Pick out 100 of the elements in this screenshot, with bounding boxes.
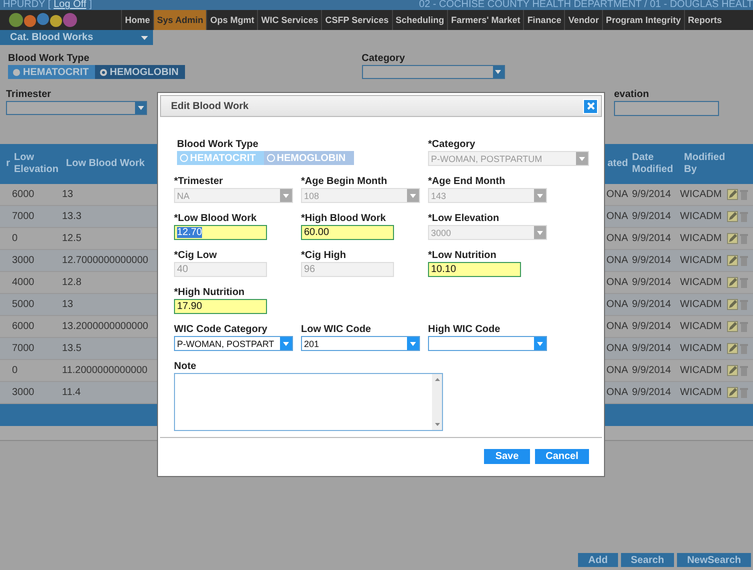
table-cell-text: 3000 [11, 255, 36, 266]
caret-icon [138, 106, 144, 110]
input-field[interactable]: 12.70 [174, 225, 267, 240]
table-cell-text: ONA [605, 321, 628, 332]
elevation-field[interactable] [614, 101, 719, 116]
table-cell-text: ONA [605, 211, 628, 222]
nav-tab[interactable]: Sys Admin [153, 10, 206, 30]
nav-tab[interactable]: Farmers' Market [447, 10, 524, 30]
dropdown-field[interactable]: 201 [301, 336, 420, 351]
note-textarea[interactable] [174, 373, 443, 431]
edit-icon[interactable] [727, 387, 738, 398]
table-cell-text: 9/9/2014 [631, 211, 672, 222]
nav-tab[interactable]: Reports [684, 10, 725, 30]
table-cell-text: 13 [62, 299, 74, 310]
nav-tab[interactable]: Ops Mgmt [206, 10, 258, 30]
close-button[interactable] [583, 98, 598, 114]
field-label: High WIC Code [428, 324, 502, 335]
table-cell-text: 9/9/2014 [631, 233, 672, 244]
nav-tab[interactable]: WIC Services [257, 10, 322, 30]
table-cell-text: 0 [11, 233, 19, 244]
column-header[interactable]: r [0, 158, 10, 170]
table-cell-text: ONA [605, 189, 628, 200]
field-label: evation [614, 89, 650, 100]
action-button[interactable]: Search [620, 553, 674, 567]
table-cell-text: 7000 [11, 343, 36, 354]
table-cell-text: 9/9/2014 [631, 365, 672, 376]
table-cell-text: 9/9/2014 [631, 387, 672, 398]
table-cell-text: 5000 [11, 299, 36, 310]
field-label: Trimester [6, 89, 52, 100]
edit-icon[interactable] [727, 211, 738, 222]
table-cell-text: 12.5 [62, 233, 82, 244]
field-label: *Category [428, 139, 476, 150]
dialog-button[interactable]: Cancel [535, 448, 589, 464]
field-label: Blood Work Type [177, 139, 260, 150]
table-cell-text: 9/9/2014 [631, 343, 672, 354]
column-header[interactable]: Modified By [680, 152, 727, 176]
nav-tab[interactable]: Vendor [564, 10, 602, 30]
table-cell-text: ONA [605, 343, 628, 354]
table-cell-text: 6000 [11, 189, 36, 200]
column-header[interactable]: Date Modified [628, 152, 680, 176]
action-button[interactable]: NewSearch [677, 553, 751, 567]
edit-icon[interactable] [727, 321, 738, 332]
user-name: HPURDY [ [3, 0, 51, 10]
table-cell-text: 13.2000000000000 [62, 321, 150, 332]
edit-icon[interactable] [727, 189, 738, 200]
nav-tab[interactable]: Scheduling [392, 10, 448, 30]
dropdown-field[interactable]: P-WOMAN, POSTPART [174, 336, 293, 351]
column-header[interactable]: Low Elevation [10, 152, 62, 176]
dropdown-field[interactable] [428, 336, 547, 351]
input-field[interactable]: 17.90 [174, 299, 267, 314]
edit-icon[interactable] [727, 365, 738, 376]
field-label: *Cig High [301, 250, 347, 261]
caret-icon [537, 194, 543, 198]
field-label: Blood Work Type [8, 53, 90, 64]
table-cell-text: WICADM [680, 343, 723, 354]
edit-icon[interactable] [727, 299, 738, 310]
table-cell-text: 4000 [11, 277, 36, 288]
table-cell-text: ONA [605, 299, 628, 310]
dialog-button[interactable]: Save [484, 448, 530, 464]
table-cell-text: 12.7000000000000 [62, 255, 150, 266]
category-dropdown[interactable] [362, 65, 505, 79]
nav-tab[interactable]: Program Integrity [602, 10, 684, 30]
log-off-link[interactable]: Log Off [54, 0, 86, 10]
caret-icon [579, 156, 585, 160]
table-cell-text: WICADM [680, 365, 723, 376]
table-cell-text: 9/9/2014 [631, 321, 672, 332]
module-dropdown[interactable]: Cat. Blood Works [0, 30, 153, 45]
table-cell-text: ONA [605, 387, 628, 398]
edit-icon[interactable] [727, 233, 738, 244]
table-cell-text: 13 [62, 189, 74, 200]
column-header[interactable]: Low Blood Work [62, 158, 154, 170]
table-cell-text: ONA [605, 277, 628, 288]
field-label: WIC Code Category [174, 324, 268, 335]
logo-drawing [8, 11, 78, 29]
table-cell-text: WICADM [680, 233, 723, 244]
input-field[interactable]: 10.10 [428, 262, 521, 277]
field-label: Category [362, 53, 406, 64]
edit-icon[interactable] [727, 343, 738, 354]
field-label: *Age End Month [428, 176, 506, 187]
edit-icon[interactable] [727, 277, 738, 288]
table-cell-text: 13.3 [62, 211, 82, 222]
location-text: 02 - COCHISE COUNTY HEALTH DEPARTMENT / 01 - DOUGLAS HEALT [418, 0, 753, 10]
table-cell-text: WICADM [680, 211, 723, 222]
action-button[interactable]: Add [578, 553, 618, 567]
field-label: *Cig Low [174, 250, 218, 261]
dialog-title: Edit Blood Work [171, 100, 249, 112]
caret-icon [410, 342, 416, 346]
table-cell-text: 6000 [11, 321, 36, 332]
input-field[interactable]: 60.00 [301, 225, 394, 240]
nav-tab[interactable]: CSFP Services [321, 10, 392, 30]
table-cell-text: WICADM [680, 321, 723, 332]
bracket-text: ] [89, 0, 92, 10]
radio-option[interactable]: HEMATOCRIT [8, 65, 95, 79]
caret-icon [410, 194, 416, 198]
radio-option[interactable]: HEMOGLOBIN [94, 65, 185, 79]
trimester-dropdown[interactable] [6, 101, 147, 115]
nav-tab[interactable]: Finance [523, 10, 564, 30]
edit-icon[interactable] [727, 255, 738, 266]
field-label: Note [174, 361, 198, 372]
table-cell-text: 11.2000000000000 [62, 365, 148, 376]
